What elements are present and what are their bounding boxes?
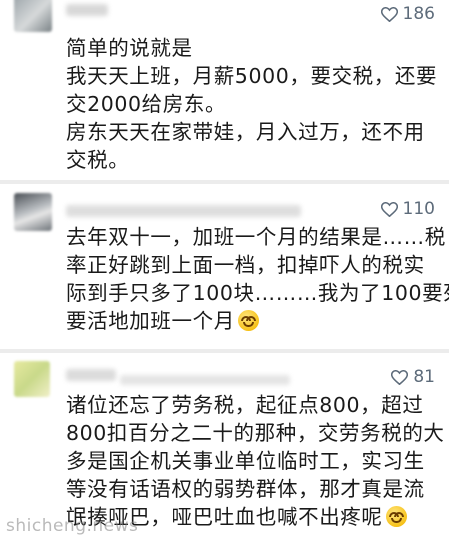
comment-line: 简单的说就是 xyxy=(66,36,193,60)
comment-line: 我天天上班，月薪5000，要交税，还要 xyxy=(66,64,438,88)
comment-line: 际到手只多了100块………我为了100要死 xyxy=(66,281,449,305)
like-button[interactable]: 81 xyxy=(391,367,435,387)
heart-icon xyxy=(380,6,398,22)
comment-line: 等没有话语权的弱势群体，那才真是流 xyxy=(66,477,425,501)
comment-line-text: 要活地加班一个月 xyxy=(66,309,235,333)
heart-icon xyxy=(380,201,398,217)
avatar[interactable] xyxy=(14,0,52,32)
like-button[interactable]: 186 xyxy=(380,4,435,24)
avatar[interactable] xyxy=(14,193,52,231)
comment-line: 去年双十一，加班一个月的结果是……税 xyxy=(66,225,446,249)
heart-icon xyxy=(391,369,409,385)
username-blurred-extra xyxy=(120,375,290,385)
comment-item: 186 简单的说就是 我天天上班，月薪5000，要交税，还要 交2000给房东。… xyxy=(0,0,449,178)
like-button[interactable]: 110 xyxy=(380,199,435,219)
comment-line: 率正好跳到上面一档，扣掉吓人的税实 xyxy=(66,253,425,277)
username-blurred[interactable] xyxy=(66,369,116,381)
comment-line: 多是国企机关事业单位临时工，实习生 xyxy=(66,449,425,473)
comment-text: 诸位还忘了劳务税，起征点800，超过 800扣百分之二十的那种，交劳务税的大 多… xyxy=(66,391,445,531)
smiling-face-emoji-icon xyxy=(237,310,259,331)
like-count: 110 xyxy=(402,199,435,219)
username-blurred[interactable] xyxy=(66,4,108,16)
divider xyxy=(0,349,449,353)
avatar[interactable] xyxy=(14,361,50,397)
divider xyxy=(0,180,449,184)
comment-line: 交2000给房东。 xyxy=(66,92,227,116)
watermark: shicheng.news xyxy=(6,516,139,536)
comment-line: 要活地加班一个月 xyxy=(66,307,435,335)
comment-line: 房东天天在家带娃，月入过万，还不用 xyxy=(66,120,425,144)
comment-line: 800扣百分之二十的那种，交劳务税的大 xyxy=(66,421,445,445)
comment-text: 简单的说就是 我天天上班，月薪5000，要交税，还要 交2000给房东。 房东天… xyxy=(66,34,438,174)
comment-line: 交税。 xyxy=(66,148,130,172)
smiling-face-emoji-icon xyxy=(385,506,407,527)
comment-text: 去年双十一，加班一个月的结果是……税 率正好跳到上面一档，扣掉吓人的税实 际到手… xyxy=(66,223,449,335)
comment-item: 110 去年双十一，加班一个月的结果是……税 率正好跳到上面一档，扣掉吓人的税实… xyxy=(0,185,449,345)
like-count: 186 xyxy=(402,4,435,24)
like-count: 81 xyxy=(413,367,435,387)
username-blurred[interactable] xyxy=(66,205,301,217)
comment-item: 81 诸位还忘了劳务税，起征点800，超过 800扣百分之二十的那种，交劳务税的… xyxy=(0,355,449,538)
comment-line: 诸位还忘了劳务税，起征点800，超过 xyxy=(66,393,424,417)
